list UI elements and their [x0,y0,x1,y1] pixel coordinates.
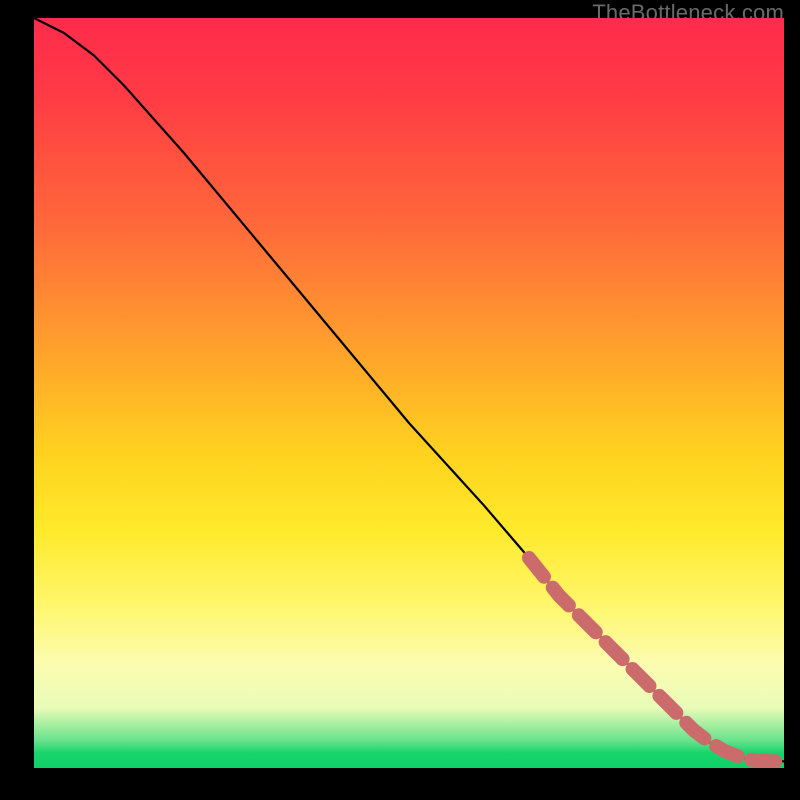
highlight-curve [529,558,784,761]
main-curve [34,18,784,761]
plot-area [34,18,784,768]
curve-layer [34,18,784,768]
chart-frame: TheBottleneck.com [0,0,800,800]
